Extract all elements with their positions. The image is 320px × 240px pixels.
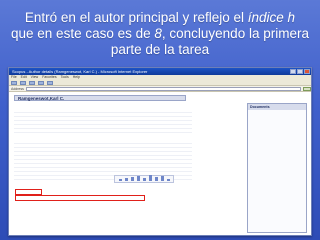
- go-button[interactable]: [303, 86, 311, 91]
- back-icon[interactable]: [11, 80, 17, 85]
- menu-view[interactable]: View: [31, 75, 39, 80]
- menu-favorites[interactable]: Favorites: [42, 75, 56, 80]
- sidebar-link[interactable]: [248, 210, 306, 214]
- slide-title: Entró en el autor principal y reflejo el…: [6, 10, 314, 58]
- menu-file[interactable]: File: [11, 75, 17, 80]
- title-text: Entró en el autor principal y reflejo el: [24, 10, 248, 25]
- menu-tools[interactable]: Tools: [61, 75, 69, 80]
- home-icon[interactable]: [47, 80, 53, 85]
- address-bar: Address: [9, 86, 311, 92]
- address-label: Address: [11, 86, 24, 91]
- maximize-icon[interactable]: [297, 69, 303, 74]
- menu-help[interactable]: Help: [73, 75, 80, 80]
- forward-icon[interactable]: [20, 80, 26, 85]
- address-input[interactable]: [25, 86, 301, 91]
- author-detail-table: [14, 109, 192, 180]
- h-index-highlight-row: [15, 195, 145, 201]
- close-icon[interactable]: [304, 69, 310, 74]
- minimize-icon[interactable]: [290, 69, 296, 74]
- page-content: Ramgeneswot,Karl C. Documents: [9, 93, 311, 235]
- right-panel: Documents: [197, 95, 309, 235]
- title-index-term: índice h: [247, 10, 296, 25]
- window-controls: [290, 68, 311, 75]
- documents-sidebar: Documents: [247, 103, 307, 233]
- table-row: [14, 129, 192, 133]
- window-titlebar: Scopus - Author details (Ramgeneswot, Ka…: [9, 68, 311, 75]
- related-link[interactable]: [197, 95, 309, 100]
- menu-edit[interactable]: Edit: [21, 75, 27, 80]
- title-text: que en este caso es de: [11, 26, 155, 41]
- citation-sparkline: [114, 175, 174, 183]
- stop-icon[interactable]: [29, 80, 35, 85]
- window-title: Scopus - Author details (Ramgeneswot, Ka…: [12, 69, 148, 74]
- browser-screenshot: Scopus - Author details (Ramgeneswot, Ka…: [8, 67, 312, 236]
- author-name-header: Ramgeneswot,Karl C.: [14, 95, 186, 101]
- title-index-value: 8: [154, 26, 162, 41]
- refresh-icon[interactable]: [38, 80, 44, 85]
- profile-tabs: [14, 103, 186, 107]
